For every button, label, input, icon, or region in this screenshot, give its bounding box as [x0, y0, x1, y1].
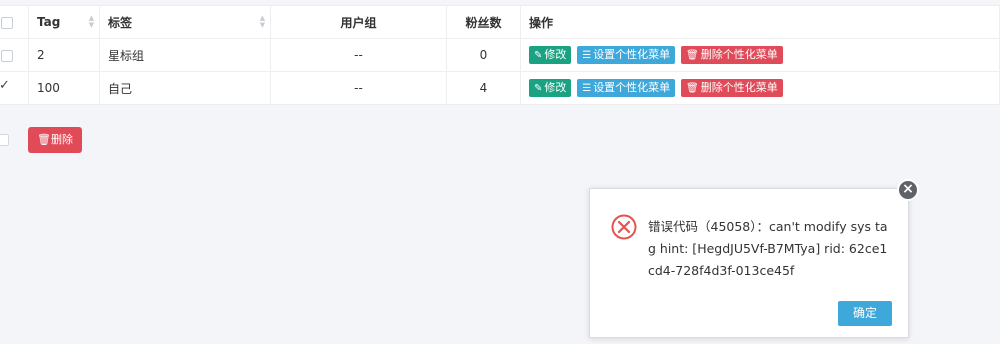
edit-icon: ✎	[534, 50, 543, 61]
confirm-button[interactable]: 确定	[838, 301, 892, 326]
label-cell: 星标组	[99, 38, 271, 72]
header-group: 用户组	[270, 5, 447, 39]
set-menu-button-label: 设置个性化菜单	[593, 81, 671, 94]
bulk-delete-label: 删除	[50, 133, 73, 146]
bulk-delete-button[interactable]: 🗑删除	[28, 127, 82, 153]
tag-cell: 100	[28, 71, 100, 105]
set-menu-button-label: 设置个性化菜单	[593, 48, 671, 61]
header-group-text: 用户组	[340, 15, 377, 30]
header-actions-text: 操作	[529, 15, 554, 30]
table-row: ✓ 100 自己 -- 4 ✎ 修改 ☰ 设置个性化菜单 🗑 删除个性化菜单	[0, 71, 1000, 105]
delete-menu-button[interactable]: 🗑 删除个性化菜单	[681, 79, 783, 97]
sort-icon[interactable]: ▲ ▼	[88, 15, 95, 29]
edit-button[interactable]: ✎ 修改	[529, 46, 572, 64]
header-label[interactable]: 标签 ▲ ▼	[99, 5, 271, 39]
header-fans: 粉丝数	[446, 5, 521, 39]
set-menu-button[interactable]: ☰ 设置个性化菜单	[577, 79, 676, 97]
delete-menu-button[interactable]: 🗑 删除个性化菜单	[681, 46, 783, 64]
header-label-text: 标签	[108, 15, 133, 30]
row-checkbox-cell[interactable]	[0, 38, 29, 72]
close-icon[interactable]: ×	[897, 179, 919, 201]
actions-cell: ✎ 修改 ☰ 设置个性化菜单 🗑 删除个性化菜单	[520, 38, 1000, 72]
row-checkbox-cell[interactable]: ✓	[0, 71, 29, 105]
fans-cell: 0	[446, 38, 521, 72]
error-dialog: 错误代码（45058）：can't modify sys tag hint: […	[589, 188, 909, 338]
edit-button-label: 修改	[544, 48, 567, 61]
header-select-all[interactable]	[0, 5, 29, 39]
row-checkbox[interactable]: ✓	[0, 78, 13, 95]
header-fans-text: 粉丝数	[465, 15, 502, 30]
row-checkbox[interactable]	[1, 49, 13, 62]
header-actions: 操作	[520, 5, 1000, 39]
list-icon: ☰	[582, 83, 592, 94]
edit-button[interactable]: ✎ 修改	[529, 79, 572, 97]
group-cell: --	[270, 71, 447, 105]
table-header-row: Tag ▲ ▼ 标签 ▲ ▼ 用户组 粉丝数 操作	[0, 5, 1000, 39]
edit-icon: ✎	[534, 83, 543, 94]
list-icon: ☰	[582, 50, 592, 61]
tag-cell: 2	[28, 38, 100, 72]
group-cell: --	[270, 38, 447, 72]
tag-table: Tag ▲ ▼ 标签 ▲ ▼ 用户组 粉丝数 操作 2 星标组 -- 0 ✎ 修…	[0, 5, 1000, 105]
header-tag-label: Tag	[37, 15, 61, 29]
set-menu-button[interactable]: ☰ 设置个性化菜单	[577, 46, 676, 64]
label-cell: 自己	[99, 71, 271, 105]
trash-icon: 🗑	[686, 83, 699, 94]
page: Tag ▲ ▼ 标签 ▲ ▼ 用户组 粉丝数 操作 2 星标组 -- 0 ✎ 修…	[0, 0, 1000, 344]
actions-cell: ✎ 修改 ☰ 设置个性化菜单 🗑 删除个性化菜单	[520, 71, 1000, 105]
check-icon: ✓	[0, 77, 10, 93]
dialog-message: 错误代码（45058）：can't modify sys tag hint: […	[648, 219, 888, 278]
trash-icon: 🗑	[37, 133, 51, 146]
trash-icon: 🗑	[686, 50, 699, 61]
bulk-select-checkbox[interactable]	[0, 134, 9, 146]
table-row: 2 星标组 -- 0 ✎ 修改 ☰ 设置个性化菜单 🗑 删除个性化菜单	[0, 38, 1000, 72]
delete-menu-button-label: 删除个性化菜单	[700, 81, 778, 94]
select-all-checkbox[interactable]	[1, 16, 13, 29]
header-tag[interactable]: Tag ▲ ▼	[28, 5, 100, 39]
sort-icon[interactable]: ▲ ▼	[259, 15, 266, 29]
edit-button-label: 修改	[544, 81, 567, 94]
delete-menu-button-label: 删除个性化菜单	[700, 48, 778, 61]
fans-cell: 4	[446, 71, 521, 105]
error-circle-icon	[611, 214, 637, 240]
